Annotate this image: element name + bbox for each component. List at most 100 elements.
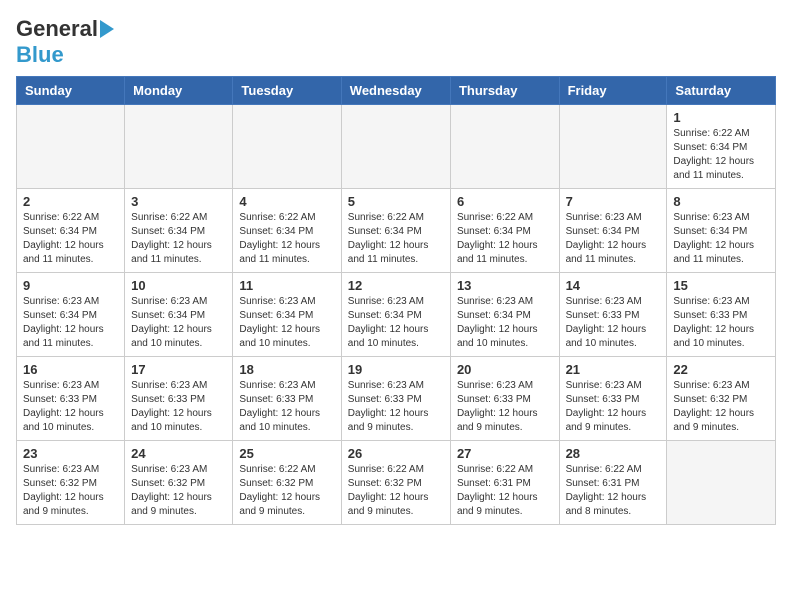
day-number: 1	[673, 110, 769, 125]
calendar-week-row: 23 Sunrise: 6:23 AM Sunset: 6:32 PM Dayli…	[17, 441, 776, 525]
day-info: Sunrise: 6:23 AM Sunset: 6:33 PM Dayligh…	[131, 379, 226, 435]
day-number: 16	[23, 362, 118, 377]
day-number: 20	[457, 362, 553, 377]
calendar-day-cell: 25 Sunrise: 6:22 AM Sunset: 6:32 PM Dayli…	[233, 441, 341, 525]
day-number: 26	[348, 446, 444, 461]
day-info: Sunrise: 6:23 AM Sunset: 6:33 PM Dayligh…	[457, 379, 553, 435]
day-number: 23	[23, 446, 118, 461]
day-number: 10	[131, 278, 226, 293]
day-number: 8	[673, 194, 769, 209]
calendar-day-cell: 1 Sunrise: 6:22 AM Sunset: 6:34 PM Daylig…	[667, 105, 776, 189]
weekday-header: Thursday	[450, 77, 559, 105]
calendar-day-cell: 28 Sunrise: 6:22 AM Sunset: 6:31 PM Dayli…	[559, 441, 667, 525]
day-info: Sunrise: 6:23 AM Sunset: 6:32 PM Dayligh…	[23, 463, 118, 519]
day-number: 27	[457, 446, 553, 461]
calendar-day-cell: 9 Sunrise: 6:23 AM Sunset: 6:34 PM Daylig…	[17, 273, 125, 357]
weekday-header: Wednesday	[341, 77, 450, 105]
calendar-day-cell: 19 Sunrise: 6:23 AM Sunset: 6:33 PM Dayli…	[341, 357, 450, 441]
day-info: Sunrise: 6:22 AM Sunset: 6:34 PM Dayligh…	[239, 211, 334, 267]
day-number: 24	[131, 446, 226, 461]
day-info: Sunrise: 6:23 AM Sunset: 6:33 PM Dayligh…	[566, 295, 661, 351]
day-info: Sunrise: 6:22 AM Sunset: 6:32 PM Dayligh…	[348, 463, 444, 519]
day-number: 21	[566, 362, 661, 377]
day-number: 19	[348, 362, 444, 377]
day-info: Sunrise: 6:22 AM Sunset: 6:31 PM Dayligh…	[457, 463, 553, 519]
weekday-header: Tuesday	[233, 77, 341, 105]
weekday-header: Friday	[559, 77, 667, 105]
day-info: Sunrise: 6:23 AM Sunset: 6:32 PM Dayligh…	[131, 463, 226, 519]
calendar-day-cell: 8 Sunrise: 6:23 AM Sunset: 6:34 PM Daylig…	[667, 189, 776, 273]
day-number: 11	[239, 278, 334, 293]
calendar-week-row: 1 Sunrise: 6:22 AM Sunset: 6:34 PM Daylig…	[17, 105, 776, 189]
calendar-day-cell	[341, 105, 450, 189]
calendar-table: SundayMondayTuesdayWednesdayThursdayFrid…	[16, 76, 776, 525]
calendar-day-cell: 12 Sunrise: 6:23 AM Sunset: 6:34 PM Dayli…	[341, 273, 450, 357]
day-info: Sunrise: 6:23 AM Sunset: 6:33 PM Dayligh…	[239, 379, 334, 435]
calendar-day-cell	[125, 105, 233, 189]
day-number: 2	[23, 194, 118, 209]
day-number: 6	[457, 194, 553, 209]
calendar-day-cell: 7Sunrise: 6:23 AM Sunset: 6:34 PM Daylig…	[559, 189, 667, 273]
day-number: 17	[131, 362, 226, 377]
calendar-day-cell: 4 Sunrise: 6:22 AM Sunset: 6:34 PM Daylig…	[233, 189, 341, 273]
day-number: 25	[239, 446, 334, 461]
calendar-day-cell: 11Sunrise: 6:23 AM Sunset: 6:34 PM Dayli…	[233, 273, 341, 357]
day-info: Sunrise: 6:23 AM Sunset: 6:33 PM Dayligh…	[566, 379, 661, 435]
weekday-header: Sunday	[17, 77, 125, 105]
day-info: Sunrise: 6:23 AM Sunset: 6:33 PM Dayligh…	[348, 379, 444, 435]
day-info: Sunrise: 6:23 AM Sunset: 6:32 PM Dayligh…	[673, 379, 769, 435]
calendar-day-cell: 6 Sunrise: 6:22 AM Sunset: 6:34 PM Daylig…	[450, 189, 559, 273]
calendar-day-cell: 5 Sunrise: 6:22 AM Sunset: 6:34 PM Daylig…	[341, 189, 450, 273]
calendar-day-cell: 3Sunrise: 6:22 AM Sunset: 6:34 PM Daylig…	[125, 189, 233, 273]
logo-general-text: General	[16, 16, 98, 42]
day-info: Sunrise: 6:23 AM Sunset: 6:34 PM Dayligh…	[348, 295, 444, 351]
calendar-day-cell: 26 Sunrise: 6:22 AM Sunset: 6:32 PM Dayli…	[341, 441, 450, 525]
day-info: Sunrise: 6:23 AM Sunset: 6:34 PM Dayligh…	[23, 295, 118, 351]
calendar-day-cell: 23 Sunrise: 6:23 AM Sunset: 6:32 PM Dayli…	[17, 441, 125, 525]
day-number: 9	[23, 278, 118, 293]
page-header: General Blue	[16, 16, 776, 68]
day-number: 4	[239, 194, 334, 209]
calendar-day-cell: 16 Sunrise: 6:23 AM Sunset: 6:33 PM Dayli…	[17, 357, 125, 441]
day-number: 12	[348, 278, 444, 293]
day-number: 7	[566, 194, 661, 209]
day-info: Sunrise: 6:22 AM Sunset: 6:34 PM Dayligh…	[348, 211, 444, 267]
calendar-week-row: 9 Sunrise: 6:23 AM Sunset: 6:34 PM Daylig…	[17, 273, 776, 357]
calendar-day-cell: 13 Sunrise: 6:23 AM Sunset: 6:34 PM Dayli…	[450, 273, 559, 357]
calendar-day-cell: 15Sunrise: 6:23 AM Sunset: 6:33 PM Dayli…	[667, 273, 776, 357]
day-info: Sunrise: 6:23 AM Sunset: 6:33 PM Dayligh…	[673, 295, 769, 351]
calendar-day-cell	[667, 441, 776, 525]
logo-arrow-icon	[100, 20, 114, 38]
calendar-day-cell	[559, 105, 667, 189]
weekday-header: Saturday	[667, 77, 776, 105]
calendar-week-row: 2 Sunrise: 6:22 AM Sunset: 6:34 PM Daylig…	[17, 189, 776, 273]
day-number: 13	[457, 278, 553, 293]
calendar-day-cell: 14 Sunrise: 6:23 AM Sunset: 6:33 PM Dayli…	[559, 273, 667, 357]
weekday-header-row: SundayMondayTuesdayWednesdayThursdayFrid…	[17, 77, 776, 105]
day-info: Sunrise: 6:23 AM Sunset: 6:34 PM Dayligh…	[457, 295, 553, 351]
calendar-day-cell: 21 Sunrise: 6:23 AM Sunset: 6:33 PM Dayli…	[559, 357, 667, 441]
day-info: Sunrise: 6:22 AM Sunset: 6:34 PM Dayligh…	[131, 211, 226, 267]
calendar-day-cell: 20 Sunrise: 6:23 AM Sunset: 6:33 PM Dayli…	[450, 357, 559, 441]
day-info: Sunrise: 6:23 AM Sunset: 6:34 PM Dayligh…	[673, 211, 769, 267]
calendar-day-cell: 22 Sunrise: 6:23 AM Sunset: 6:32 PM Dayli…	[667, 357, 776, 441]
day-number: 5	[348, 194, 444, 209]
calendar-day-cell	[450, 105, 559, 189]
calendar-day-cell: 18Sunrise: 6:23 AM Sunset: 6:33 PM Dayli…	[233, 357, 341, 441]
day-info: Sunrise: 6:23 AM Sunset: 6:33 PM Dayligh…	[23, 379, 118, 435]
calendar-day-cell: 17 Sunrise: 6:23 AM Sunset: 6:33 PM Dayli…	[125, 357, 233, 441]
calendar-day-cell	[17, 105, 125, 189]
logo-blue-text: Blue	[16, 42, 64, 68]
calendar-day-cell: 27 Sunrise: 6:22 AM Sunset: 6:31 PM Dayli…	[450, 441, 559, 525]
logo: General Blue	[16, 16, 114, 68]
day-number: 22	[673, 362, 769, 377]
calendar-day-cell: 10Sunrise: 6:23 AM Sunset: 6:34 PM Dayli…	[125, 273, 233, 357]
day-info: Sunrise: 6:22 AM Sunset: 6:34 PM Dayligh…	[457, 211, 553, 267]
day-info: Sunrise: 6:22 AM Sunset: 6:31 PM Dayligh…	[566, 463, 661, 519]
day-number: 28	[566, 446, 661, 461]
day-info: Sunrise: 6:22 AM Sunset: 6:34 PM Dayligh…	[673, 127, 769, 183]
day-number: 14	[566, 278, 661, 293]
calendar-day-cell: 2Sunrise: 6:22 AM Sunset: 6:34 PM Daylig…	[17, 189, 125, 273]
weekday-header: Monday	[125, 77, 233, 105]
day-info: Sunrise: 6:22 AM Sunset: 6:32 PM Dayligh…	[239, 463, 334, 519]
